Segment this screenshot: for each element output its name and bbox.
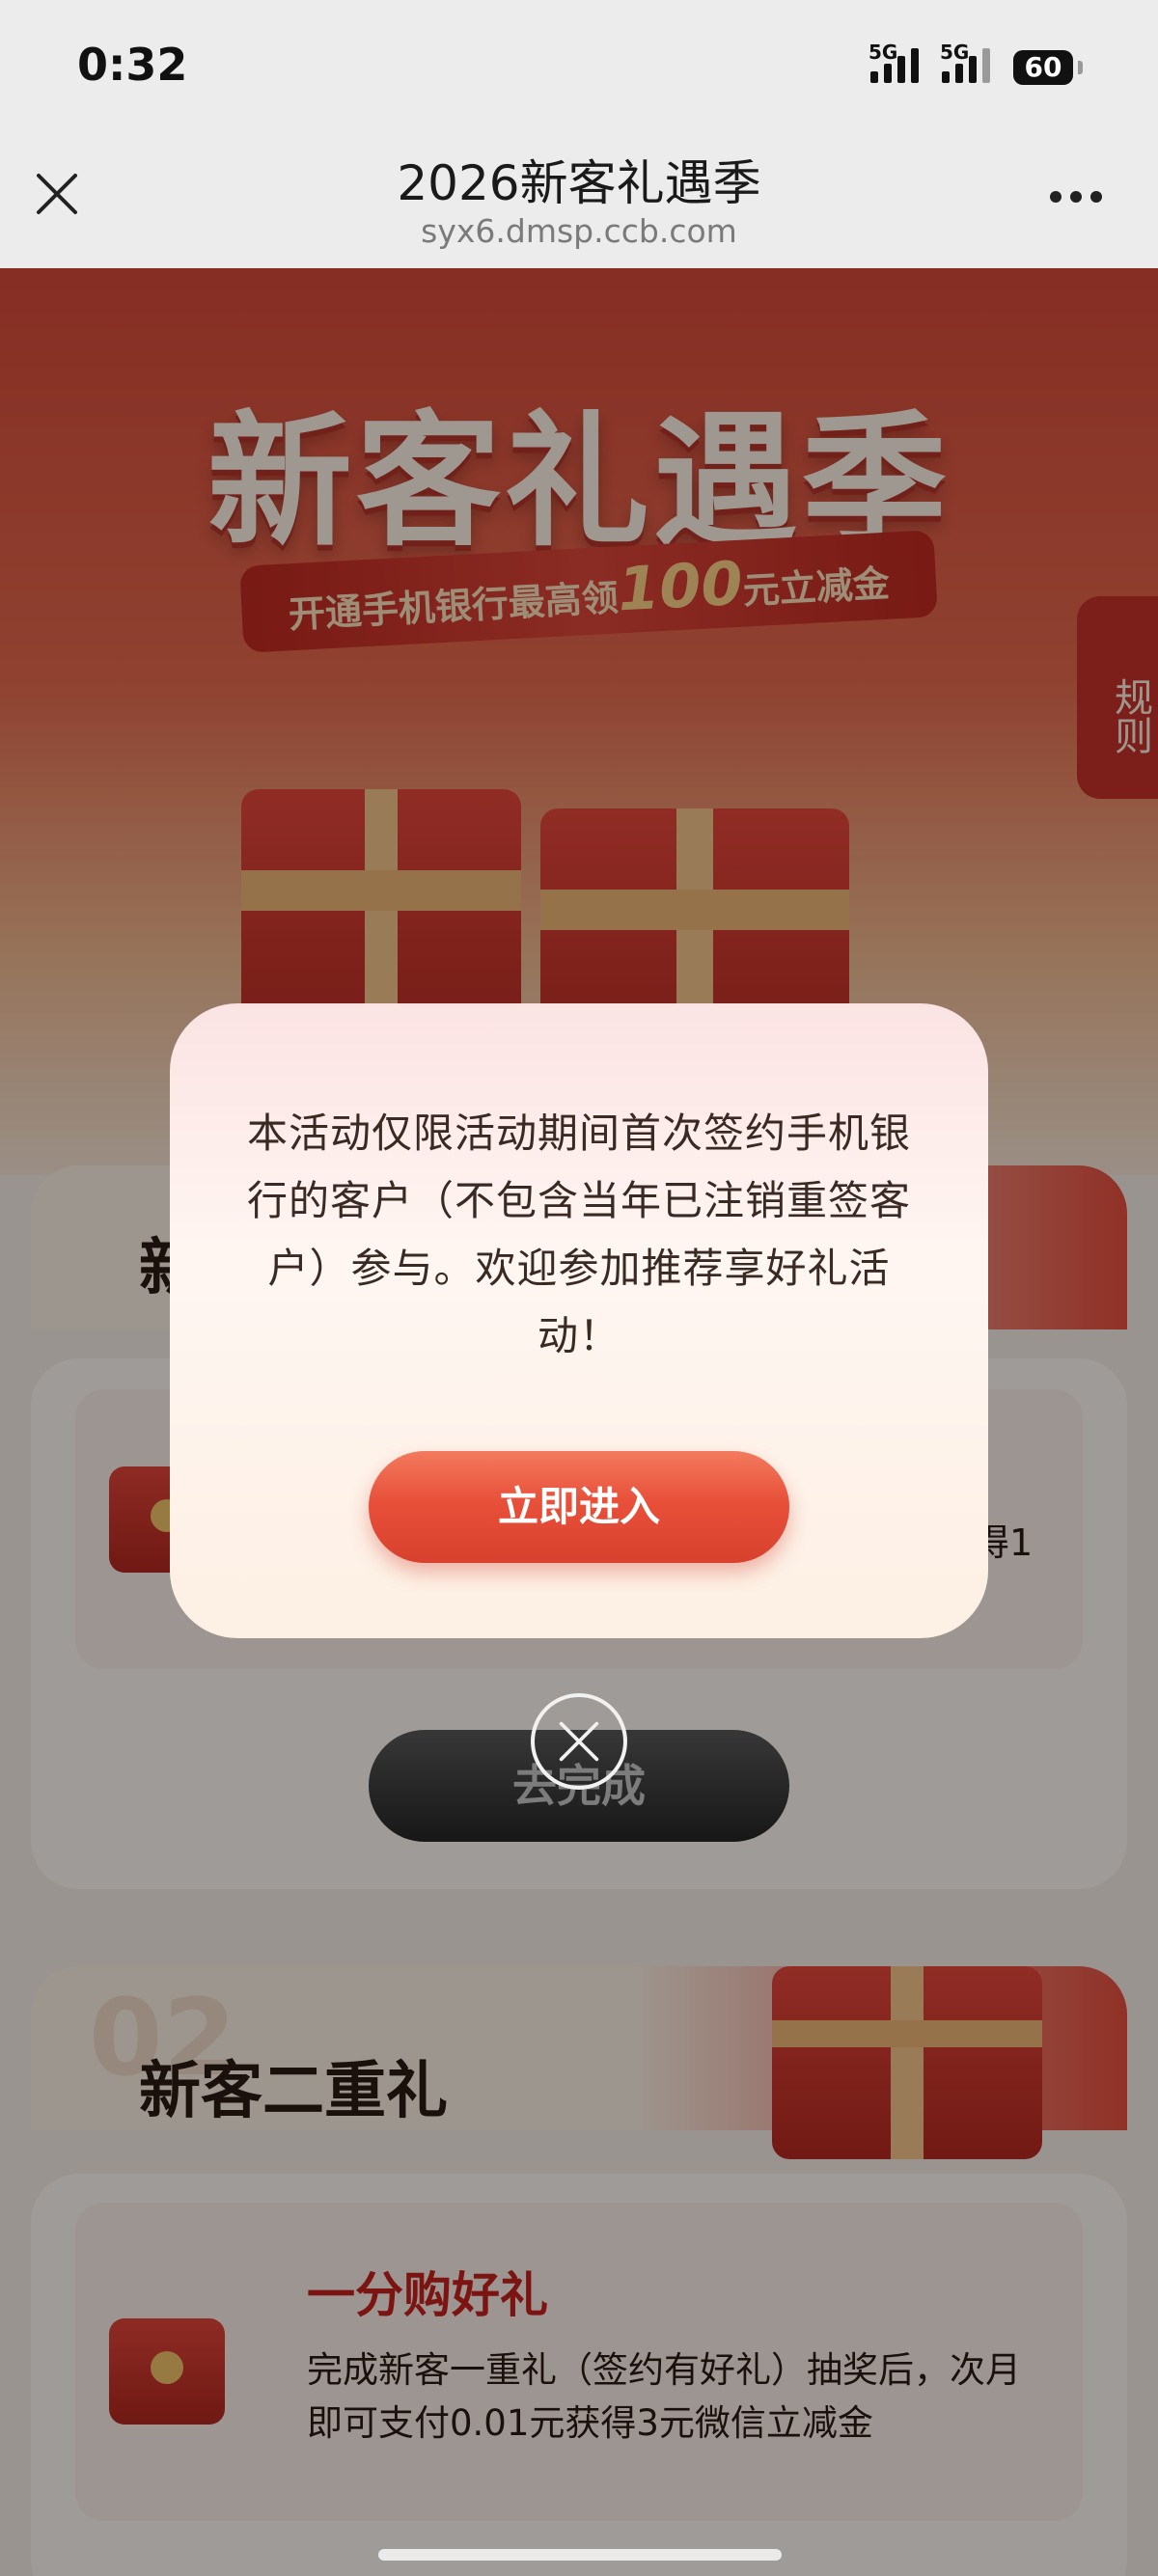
page-title: 2026新客礼遇季 [397,155,761,211]
battery-icon: 60 [1013,50,1083,85]
enter-now-button[interactable]: 立即进入 [369,1451,789,1563]
cellular-signal-icon-2: 5G [940,41,990,83]
nav-bar: 2026新客礼遇季 syx6.dmsp.ccb.com [0,135,1158,268]
notice-modal: 本活动仅限活动期间首次签约手机银行的客户（不包含当年已注销重签客户）参与。欢迎参… [170,1003,988,1638]
home-indicator[interactable] [378,2549,782,2561]
cellular-signal-icon: 5G [868,41,919,83]
modal-close-icon[interactable] [531,1693,627,1790]
status-time: 0:32 [77,39,188,91]
more-icon[interactable] [1050,191,1108,205]
status-bar: 0:32 5G 5G 60 [0,0,1158,135]
modal-message: 本活动仅限活动期间首次签约手机银行的客户（不包含当年已注销重签客户）参与。欢迎参… [247,1110,912,1359]
page-url: syx6.dmsp.ccb.com [421,212,737,250]
